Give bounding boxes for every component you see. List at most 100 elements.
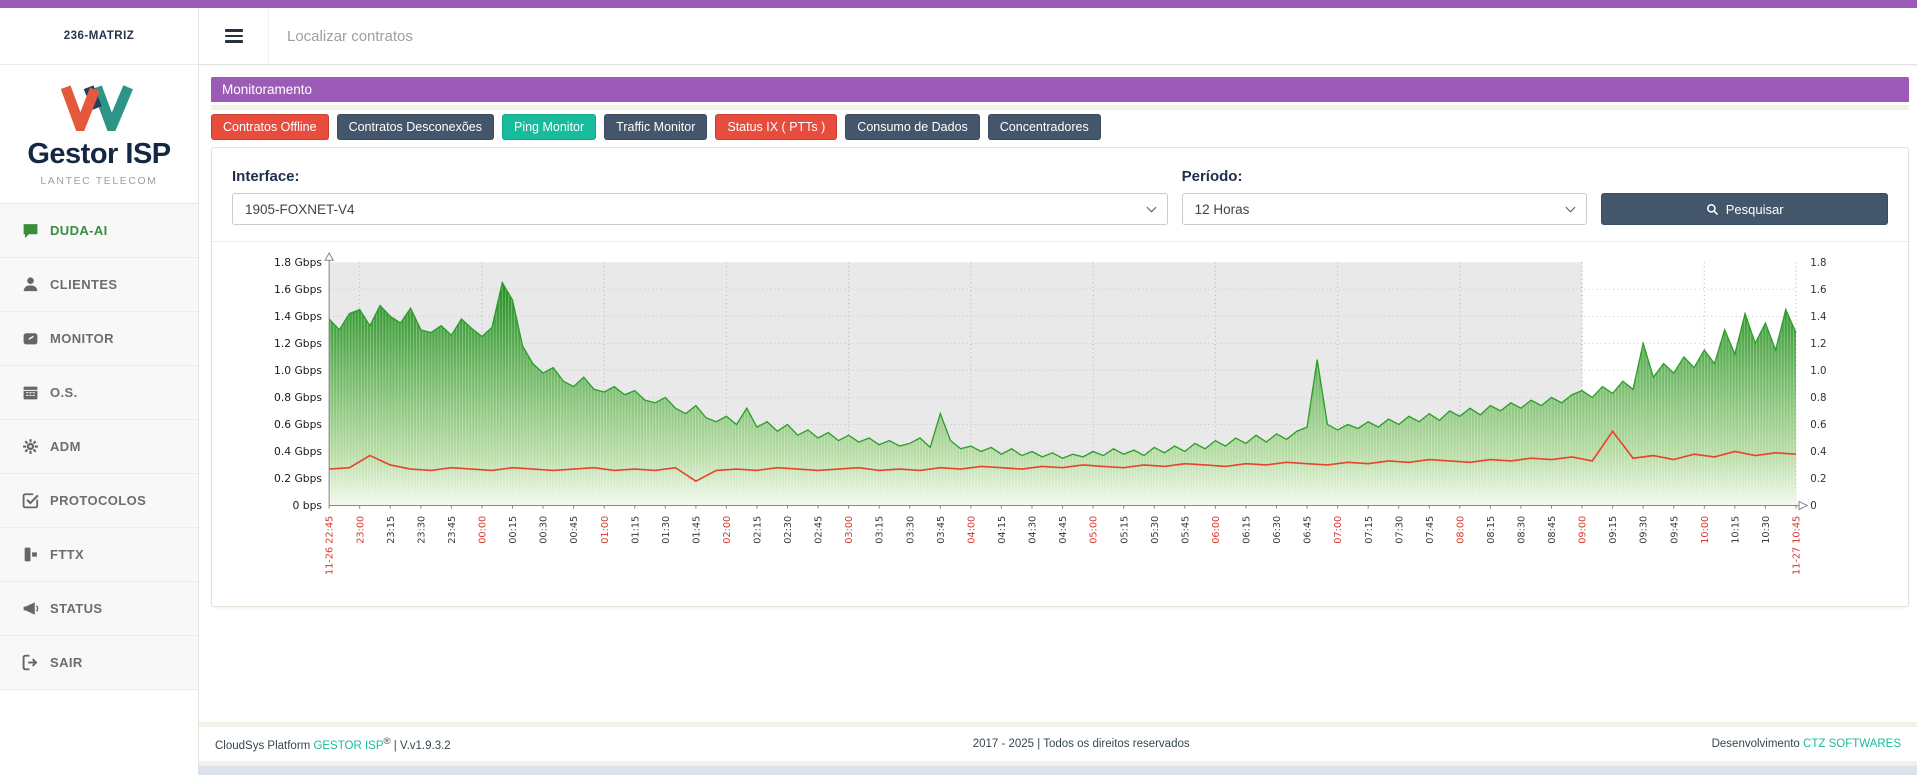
svg-text:02:15: 02:15	[752, 516, 763, 544]
contract-search-input[interactable]	[269, 8, 1917, 64]
period-select[interactable]: 12 Horas	[1182, 193, 1588, 225]
fttx-icon	[22, 546, 39, 563]
sidebar-item-status[interactable]: STATUS	[0, 582, 198, 636]
footer-developer: Desenvolvimento CTZ SOFTWARES	[1712, 738, 1901, 750]
svg-text:09:15: 09:15	[1608, 516, 1619, 544]
svg-text:0.6 Gbps: 0.6 Gbps	[274, 418, 322, 431]
chevron-down-icon	[1146, 202, 1156, 212]
sidebar-item-duda-ai[interactable]: DUDA-AI	[0, 204, 198, 258]
svg-text:0.2 Gbps: 0.2 Gbps	[274, 472, 322, 485]
svg-text:1.4: 1.4	[1810, 312, 1826, 323]
svg-text:11-26 22:45: 11-26 22:45	[325, 516, 336, 575]
sidebar-item-label: PROTOCOLOS	[50, 493, 146, 508]
svg-text:03:00: 03:00	[844, 516, 855, 544]
logo-subtitle: LANTEC TELECOM	[0, 175, 198, 187]
svg-text:1.2: 1.2	[1810, 339, 1826, 350]
sidebar-item-fttx[interactable]: FTTX	[0, 528, 198, 582]
svg-text:06:15: 06:15	[1242, 516, 1253, 544]
sidebar-item-label: O.S.	[50, 385, 78, 400]
interface-group: Interface: 1905-FOXNET-V4	[232, 168, 1168, 225]
sidebar-item-o-s[interactable]: O.S.	[0, 366, 198, 420]
svg-text:1.6: 1.6	[1810, 285, 1826, 296]
svg-text:02:45: 02:45	[814, 516, 825, 544]
concentradores-button[interactable]: Concentradores	[988, 114, 1101, 140]
svg-text:00:15: 00:15	[508, 516, 519, 544]
svg-text:06:45: 06:45	[1303, 516, 1314, 544]
sidebar-item-label: CLIENTES	[50, 277, 117, 292]
sidebar: 236-MATRIZ Gestor ISP LANTEC TELECOM DUD…	[0, 8, 199, 775]
contratos-offline-button[interactable]: Contratos Offline	[211, 114, 329, 140]
calendar-icon	[22, 384, 39, 401]
branch-name: 236-MATRIZ	[0, 8, 198, 65]
footer-platform-text: CloudSys Platform	[215, 740, 310, 752]
svg-text:1.4 Gbps: 1.4 Gbps	[274, 310, 322, 323]
ping-monitor-button[interactable]: Ping Monitor	[502, 114, 596, 140]
svg-text:01:45: 01:45	[691, 516, 702, 544]
svg-text:06:30: 06:30	[1272, 516, 1283, 544]
svg-text:10:15: 10:15	[1730, 516, 1741, 544]
card-divider	[212, 241, 1908, 242]
svg-text:10:30: 10:30	[1761, 516, 1772, 544]
logo-title: Gestor ISP	[0, 138, 198, 171]
svg-text:07:45: 07:45	[1425, 516, 1436, 544]
svg-text:04:15: 04:15	[997, 516, 1008, 544]
svg-text:1.6 Gbps: 1.6 Gbps	[274, 283, 322, 296]
svg-text:1.0 Gbps: 1.0 Gbps	[274, 364, 322, 377]
period-selected-value: 12 Horas	[1195, 202, 1250, 217]
search-button-label: Pesquisar	[1726, 202, 1784, 217]
svg-text:0 bps: 0 bps	[293, 499, 323, 512]
sidebar-item-protocolos[interactable]: PROTOCOLOS	[0, 474, 198, 528]
svg-text:0.8: 0.8	[1810, 393, 1826, 404]
svg-text:0.2: 0.2	[1810, 474, 1826, 485]
sidebar-item-adm[interactable]: ADM	[0, 420, 198, 474]
monitor-quick-buttons: Contratos Offline Contratos Desconexões Pi…	[211, 114, 1909, 140]
svg-text:23:15: 23:15	[386, 516, 397, 544]
svg-text:0.4 Gbps: 0.4 Gbps	[274, 445, 322, 458]
search-icon	[1706, 203, 1719, 216]
svg-text:23:45: 23:45	[447, 516, 458, 544]
status-ix-ptts-button[interactable]: Status IX ( PTTs )	[715, 114, 837, 140]
hamburger-menu-icon[interactable]	[199, 8, 269, 64]
svg-text:00:00: 00:00	[478, 516, 489, 544]
svg-text:09:45: 09:45	[1669, 516, 1680, 544]
traffic-chart: 0 bps0.2 Gbps0.4 Gbps0.6 Gbps0.8 Gbps1.0…	[232, 250, 1888, 600]
sidebar-item-sair[interactable]: SAIR	[0, 636, 198, 690]
interface-select[interactable]: 1905-FOXNET-V4	[232, 193, 1168, 225]
content-area: Monitoramento Contratos OfflineContratos…	[199, 65, 1917, 722]
interface-selected-value: 1905-FOXNET-V4	[245, 202, 355, 217]
gestor-isp-link[interactable]: GESTOR ISP	[313, 740, 383, 752]
svg-text:07:30: 07:30	[1394, 516, 1405, 544]
sidebar-item-monitor[interactable]: MONITOR	[0, 312, 198, 366]
footer-credits: CloudSys Platform GESTOR ISP® | V.v1.9.3…	[215, 736, 451, 752]
svg-text:00:45: 00:45	[569, 516, 580, 544]
traffic-chart-svg: 0 bps0.2 Gbps0.4 Gbps0.6 Gbps0.8 Gbps1.0…	[232, 250, 1888, 600]
svg-text:01:30: 01:30	[661, 516, 672, 544]
ctz-softwares-link[interactable]: CTZ SOFTWARES	[1803, 738, 1901, 750]
svg-text:08:00: 08:00	[1455, 516, 1466, 544]
svg-text:07:00: 07:00	[1333, 516, 1344, 544]
sidebar-item-label: DUDA-AI	[50, 223, 108, 238]
svg-text:1.8 Gbps: 1.8 Gbps	[274, 256, 322, 269]
interface-label: Interface:	[232, 168, 1168, 185]
gear-icon	[22, 438, 39, 455]
svg-text:0.6: 0.6	[1810, 420, 1826, 431]
svg-text:02:30: 02:30	[783, 516, 794, 544]
traffic-filter-form: Interface: 1905-FOXNET-V4 Período: 12 Ho…	[232, 168, 1888, 225]
footer-dev-text: Desenvolvimento	[1712, 738, 1800, 750]
svg-text:1.2 Gbps: 1.2 Gbps	[274, 337, 322, 350]
svg-text:1.8: 1.8	[1810, 258, 1826, 269]
sidebar-item-label: ADM	[50, 439, 81, 454]
contratos-desconex-es-button[interactable]: Contratos Desconexões	[337, 114, 494, 140]
svg-text:05:00: 05:00	[1089, 516, 1100, 544]
sidebar-item-clientes[interactable]: CLIENTES	[0, 258, 198, 312]
traffic-monitor-button[interactable]: Traffic Monitor	[604, 114, 707, 140]
svg-text:1.0: 1.0	[1810, 366, 1826, 377]
consumo-de-dados-button[interactable]: Consumo de Dados	[845, 114, 979, 140]
svg-text:04:30: 04:30	[1028, 516, 1039, 544]
search-button[interactable]: Pesquisar	[1601, 193, 1888, 225]
user-icon	[22, 276, 39, 293]
sidebar-item-label: SAIR	[50, 655, 83, 670]
bottom-accent-bar	[199, 766, 1917, 775]
footer-copyright: 2017 - 2025 | Todos os direitos reservad…	[973, 738, 1190, 750]
company-logo: Gestor ISP LANTEC TELECOM	[0, 65, 198, 203]
